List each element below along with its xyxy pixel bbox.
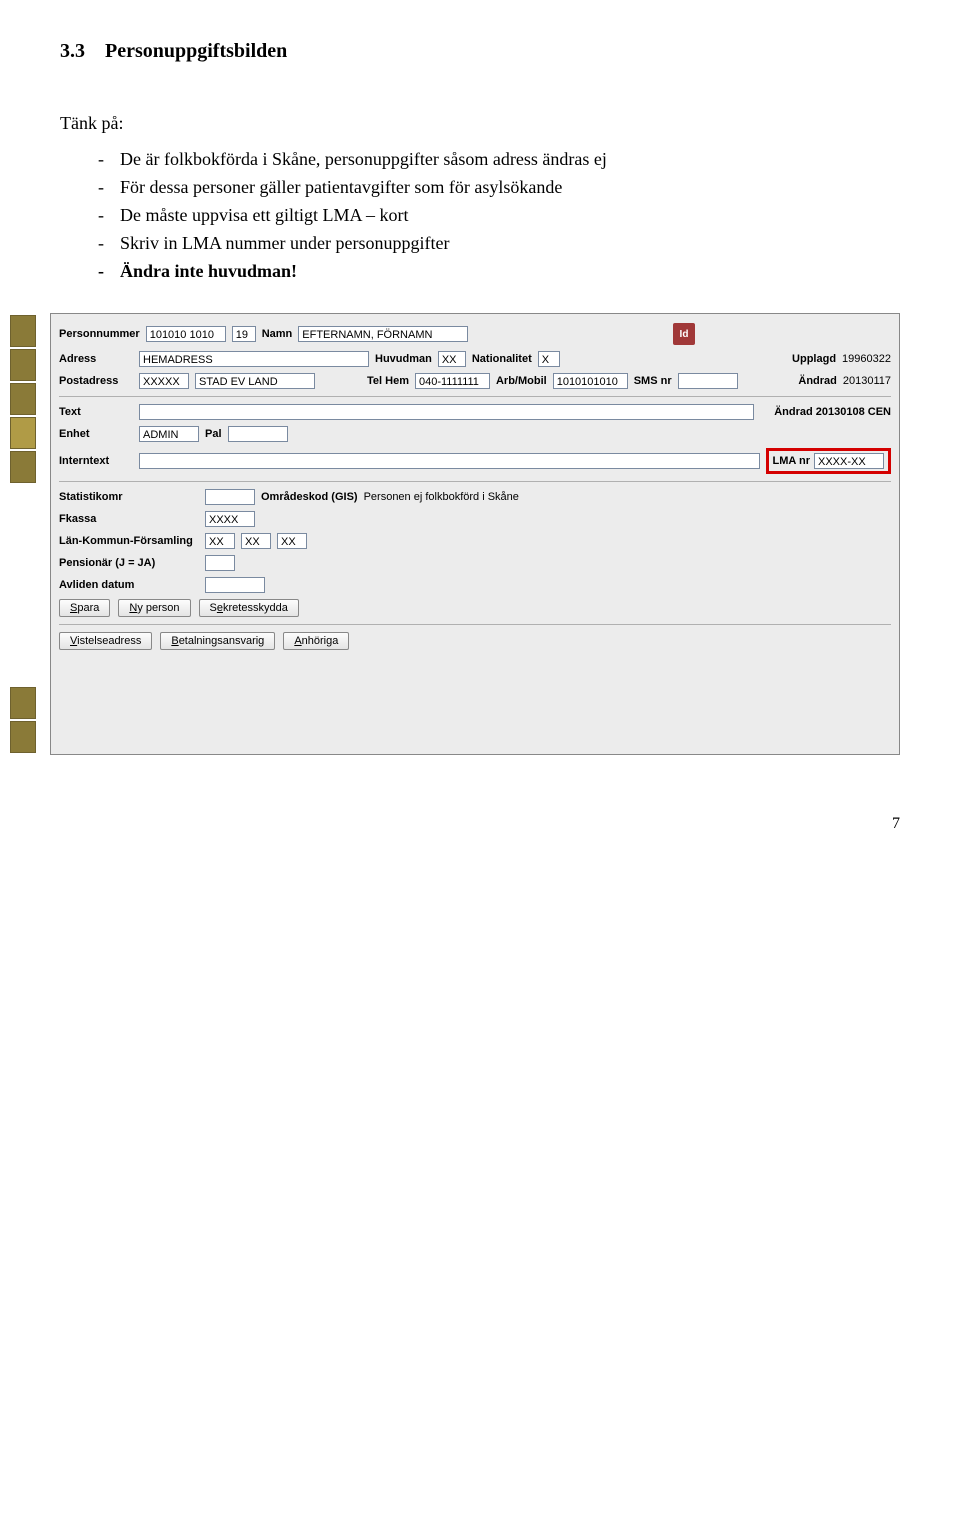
bullet-list: De är folkbokförda i Skåne, personuppgif… (60, 146, 900, 285)
label-andrad: Ändrad (798, 375, 837, 387)
field-namn[interactable]: EFTERNAMN, FÖRNAMN (298, 326, 468, 342)
field-enhet[interactable]: ADMIN (139, 426, 199, 442)
side-tab[interactable] (10, 315, 36, 347)
label-huvudman: Huvudman (375, 353, 432, 365)
value-omradeskod-note: Personen ej folkbokförd i Skåne (364, 491, 519, 503)
label-namn: Namn (262, 328, 293, 340)
label-statistikomr: Statistikomr (59, 491, 199, 503)
page-number: 7 (0, 775, 960, 853)
label-avliden: Avliden datum (59, 579, 199, 591)
label-nationalitet: Nationalitet (472, 353, 532, 365)
field-huvudman[interactable]: XX (438, 351, 466, 367)
label-adress: Adress (59, 353, 133, 365)
bullet-item: För dessa personer gäller patientavgifte… (120, 174, 900, 202)
label-omradeskod: Områdeskod (GIS) (261, 491, 358, 503)
bullet-item: Skriv in LMA nummer under personuppgifte… (120, 230, 900, 258)
bullet-item: Ändra inte huvudman! (120, 258, 900, 286)
field-lkf2[interactable]: XX (241, 533, 271, 549)
label-text: Text (59, 406, 133, 418)
section-title: Personuppgiftsbilden (105, 40, 287, 62)
field-personnummer[interactable]: 101010 1010 (146, 326, 226, 342)
field-nationalitet[interactable]: X (538, 351, 560, 367)
label-enhet: Enhet (59, 428, 133, 440)
side-tab[interactable] (10, 349, 36, 381)
sekretesskydda-button[interactable]: Sekretesskydda (199, 599, 299, 617)
label-interntext: Interntext (59, 455, 133, 467)
section-heading: 3.3 Personuppgiftsbilden (60, 40, 900, 63)
field-text[interactable] (139, 404, 754, 420)
vistelseadress-button[interactable]: Vistelseadress (59, 632, 152, 650)
field-fkassa[interactable]: XXXX (205, 511, 255, 527)
betalningsansvarig-button[interactable]: Betalningsansvarig (160, 632, 275, 650)
label-smsnr: SMS nr (634, 375, 672, 387)
field-lkf1[interactable]: XX (205, 533, 235, 549)
label-telhem: Tel Hem (367, 375, 409, 387)
side-tab[interactable] (10, 451, 36, 483)
label-fkassa: Fkassa (59, 513, 199, 525)
bullet-item: De är folkbokförda i Skåne, personuppgif… (120, 146, 900, 174)
side-tab[interactable] (10, 417, 36, 449)
think-label: Tänk på: (60, 113, 900, 134)
field-telhem[interactable]: 040-1111111 (415, 373, 490, 389)
field-sekel[interactable]: 19 (232, 326, 256, 342)
field-statistikomr[interactable] (205, 489, 255, 505)
lma-highlight: LMA nr XXXX-XX (766, 448, 891, 474)
field-arbmobil[interactable]: 1010101010 (553, 373, 628, 389)
field-adress[interactable]: HEMADRESS (139, 351, 369, 367)
field-pal[interactable] (228, 426, 288, 442)
side-tab[interactable] (10, 383, 36, 415)
field-lkf3[interactable]: XX (277, 533, 307, 549)
value-text-andrad: Ändrad 20130108 CEN (774, 406, 891, 418)
label-arbmobil: Arb/Mobil (496, 375, 547, 387)
label-upplagd: Upplagd (792, 353, 836, 365)
ny-person-button[interactable]: Ny person (118, 599, 190, 617)
field-interntext[interactable] (139, 453, 760, 469)
label-postadress: Postadress (59, 375, 133, 387)
field-smsnr[interactable] (678, 373, 738, 389)
side-tab[interactable] (10, 687, 36, 719)
field-postort[interactable]: STAD EV LAND (195, 373, 315, 389)
field-lmanr[interactable]: XXXX-XX (814, 453, 884, 469)
form-screenshot: Personnummer 101010 1010 19 Namn EFTERNA… (10, 313, 900, 755)
anhoriga-button[interactable]: Anhöriga (283, 632, 349, 650)
left-tab-strip (10, 313, 50, 755)
field-pensionar[interactable] (205, 555, 235, 571)
spara-button[interactable]: Spara (59, 599, 110, 617)
field-avliden[interactable] (205, 577, 265, 593)
value-upplagd: 19960322 (842, 353, 891, 365)
label-personnummer: Personnummer (59, 328, 140, 340)
label-lmanr: LMA nr (773, 455, 810, 467)
section-number: 3.3 (60, 40, 100, 63)
value-andrad: 20130117 (843, 375, 891, 387)
side-tab[interactable] (10, 721, 36, 753)
label-pensionar: Pensionär (J = JA) (59, 557, 199, 569)
label-lkf: Län-Kommun-Församling (59, 535, 199, 547)
bullet-item: De måste uppvisa ett giltigt LMA – kort (120, 202, 900, 230)
id-badge-icon[interactable]: Id (673, 323, 695, 345)
field-postnr[interactable]: XXXXX (139, 373, 189, 389)
label-pal: Pal (205, 428, 222, 440)
